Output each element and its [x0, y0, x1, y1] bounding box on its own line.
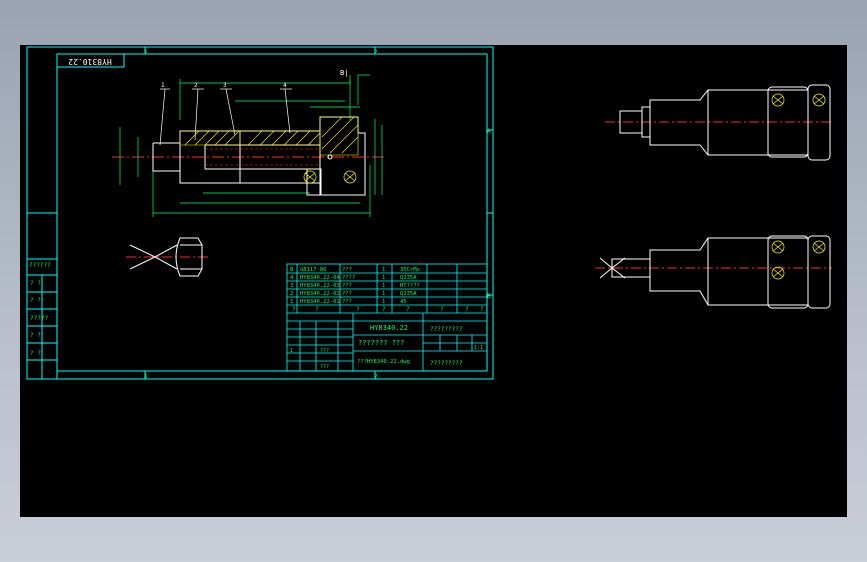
stamp-row-3: ? ?: [30, 297, 41, 304]
title-company: ?????????: [430, 326, 463, 333]
bom-cell: 1: [382, 267, 385, 273]
bom-header-row: ? ? ? ? ? ? ? ?: [292, 306, 484, 313]
bom-cell: ???: [342, 267, 352, 273]
bom-cell: B: [290, 267, 294, 273]
callout-3: 3: [223, 82, 227, 89]
bom-cell: GB117-86: [300, 267, 327, 273]
svg-text:?: ?: [406, 306, 410, 313]
bom-cell: HY8340.22-04: [300, 275, 340, 281]
bom-cell: ???: [342, 291, 352, 297]
knurl-detail-icon: [303, 170, 357, 184]
bom-cell: 3: [290, 283, 293, 289]
title-checker: ???: [320, 364, 329, 370]
right-view-top: [605, 84, 832, 161]
svg-text:HY8310.22: HY8310.22: [68, 57, 112, 66]
bom-cell: HY8340.22-03: [300, 283, 340, 289]
svg-text:?: ?: [292, 306, 296, 313]
title-sheet: 1: [290, 348, 293, 354]
section-label: B|: [340, 69, 348, 77]
bom-cell: HY8340.22-02: [300, 291, 340, 297]
bom-cell: 1: [382, 275, 385, 281]
stamp-row-6: ? ?: [30, 350, 41, 357]
bom-cell: HY8340.22-01: [300, 299, 340, 305]
title-designer: ???: [320, 348, 329, 354]
stamp-row-2: ? ?: [30, 280, 41, 287]
zone-label-right-a: A: [487, 128, 491, 135]
title-name: ??????? ???: [358, 339, 404, 347]
title-scale: 1:1: [474, 345, 483, 351]
stamp-row-1: ??????: [29, 262, 51, 269]
bom-cell: Q235A: [400, 291, 417, 297]
bom-cell: 1: [382, 299, 385, 305]
svg-text:?: ?: [356, 306, 360, 313]
title-drawing-no: HY8340.22: [370, 324, 408, 332]
zone-label-top-1: 1: [144, 49, 148, 56]
bom-cell: 2: [290, 291, 293, 297]
svg-text:?: ?: [315, 306, 319, 313]
cad-viewport[interactable]: 1 2 1 2 A B HY8310.22 ?????? ? ? ? ? ???…: [20, 45, 847, 517]
zone-label-right-b: B: [487, 293, 491, 300]
stamp-row-5: ? ?: [30, 332, 41, 339]
zone-label-top-2: 2: [374, 49, 378, 56]
bom-cell: 45: [400, 299, 407, 305]
bom-cell: 1: [290, 299, 293, 305]
bom-cell: 35CrMo: [400, 267, 420, 273]
title-sign: ?????????: [430, 360, 463, 367]
drawing-code-tab: HY8310.22: [56, 53, 125, 68]
zone-label-bottom-2: 2: [374, 373, 378, 380]
bom-cell: ????: [342, 275, 355, 281]
title-file: ???HY8340.22.dwg: [357, 359, 410, 365]
bom-cell: ???: [342, 283, 352, 289]
callout-1: 1: [161, 82, 165, 89]
drawing-canvas: 1 2 1 2 A B HY8310.22 ?????? ? ? ? ? ???…: [26, 46, 832, 380]
callout-4: 4: [283, 82, 287, 89]
svg-text:?: ?: [382, 306, 386, 313]
right-view-bottom: [595, 235, 832, 309]
stamp-row-4: ?????: [30, 315, 48, 322]
bom-cell: Q235A: [400, 275, 417, 281]
assembly-section-view: 1 2 3 4 B|: [112, 69, 386, 217]
bom-cell: HT????: [400, 283, 420, 289]
bom-cell: 4: [290, 275, 294, 281]
svg-text:?: ?: [480, 306, 484, 313]
svg-text:?: ?: [465, 306, 469, 313]
callout-2: 2: [194, 82, 198, 89]
zone-label-bottom-1: 1: [144, 373, 148, 380]
svg-text:?: ?: [440, 306, 444, 313]
detail-view: [126, 237, 210, 277]
bom-cell: 1: [382, 283, 385, 289]
bom-cell: ???: [342, 299, 352, 305]
bom-cell: 1: [382, 291, 385, 297]
